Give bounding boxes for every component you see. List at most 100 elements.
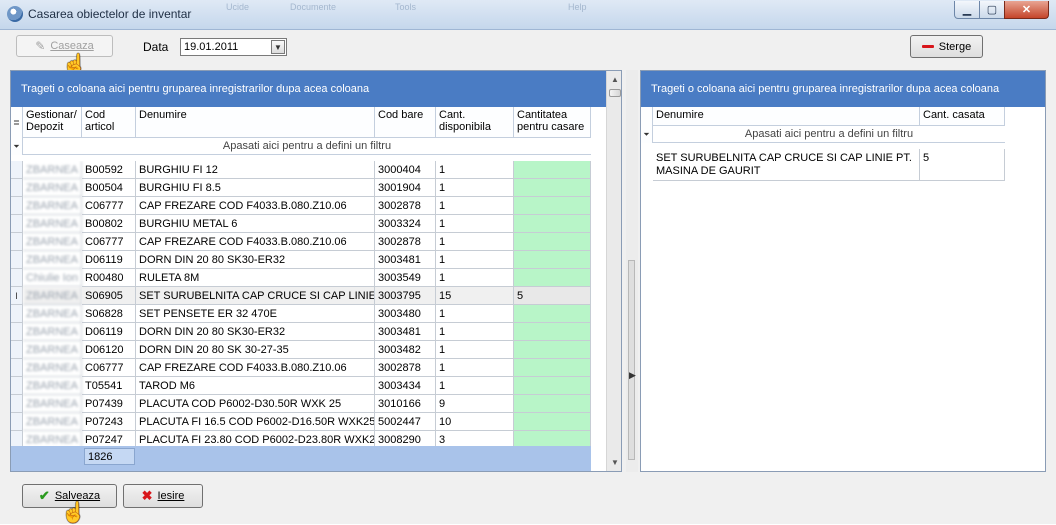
cell-cantitate-casare[interactable]	[514, 395, 591, 413]
table-row[interactable]: ZBARNEA P07439 PLACUTA COD P6002-D30.50R W…	[11, 395, 591, 413]
close-button[interactable]: ✕	[1004, 1, 1049, 19]
cell-cantitate-casare[interactable]	[514, 269, 591, 287]
column-header-denumire[interactable]: Denumire	[136, 107, 375, 138]
column-header-cantitate-casare[interactable]: Cantitatea pentru casare	[514, 107, 591, 138]
cell-cantitate-casare[interactable]	[514, 341, 591, 359]
splitter-grip[interactable]	[628, 260, 635, 460]
row-indicator[interactable]	[11, 377, 23, 395]
cell-cod-bare: 3003324	[375, 215, 436, 233]
cell-denumire: PLACUTA COD P6002-D30.50R WXK 25	[136, 395, 375, 413]
row-indicator[interactable]	[11, 413, 23, 431]
table-row[interactable]: ZBARNEA B00802 BURGHIU METAL 6 3003324 1	[11, 215, 591, 233]
column-chooser-icon[interactable]: ≣	[11, 107, 23, 138]
group-by-hint: Trageti o coloana aici pentru gruparea i…	[651, 83, 1000, 95]
cell-cantitate-casare[interactable]	[514, 161, 591, 179]
left-grid-scrollbar[interactable]: ▲ ▼	[606, 71, 621, 471]
chevron-right-icon[interactable]: ▶	[629, 370, 636, 381]
scroll-up-icon[interactable]: ▲	[607, 71, 621, 88]
table-row[interactable]: ZBARNEA D06120 DORN DIN 20 80 SK 30-27-35 3…	[11, 341, 591, 359]
row-indicator[interactable]	[11, 233, 23, 251]
panel-splitter[interactable]: ▶	[626, 70, 638, 472]
sterge-button[interactable]: Sterge	[910, 35, 983, 58]
column-header-gestionar[interactable]: Gestionar/ Depozit	[23, 107, 82, 138]
table-row[interactable]: ZBARNEA B00592 BURGHIU FI 12 3000404 1	[11, 161, 591, 179]
cell-cantitate-casare[interactable]	[514, 377, 591, 395]
table-row[interactable]: SET SURUBELNITA CAP CRUCE SI CAP LINIE P…	[641, 149, 1005, 181]
cell-cod-articol: R00480	[82, 269, 136, 287]
cell-cod-bare: 3003482	[375, 341, 436, 359]
broom-icon: ✎	[35, 39, 46, 53]
row-indicator[interactable]	[11, 395, 23, 413]
app-icon	[7, 6, 23, 22]
cell-cod-bare: 3003549	[375, 269, 436, 287]
cell-denumire: CAP FREZARE COD F4033.B.080.Z10.06	[136, 233, 375, 251]
group-by-area[interactable]: Trageti o coloana aici pentru gruparea i…	[641, 71, 1045, 107]
cell-cantitate-casare[interactable]	[514, 323, 591, 341]
cell-cantitate-casare[interactable]	[514, 359, 591, 377]
table-row[interactable]: Chiulie Ion R00480 RULETA 8M 3003549 1	[11, 269, 591, 287]
row-indicator[interactable]	[11, 359, 23, 377]
filter-row[interactable]: Apasati aici pentru a defini un filtru	[653, 126, 1005, 143]
row-indicator[interactable]	[11, 197, 23, 215]
group-by-hint: Trageti o coloana aici pentru gruparea i…	[21, 83, 370, 95]
date-value: 19.01.2011	[184, 41, 239, 53]
row-indicator[interactable]	[11, 161, 23, 179]
table-row[interactable]: ZBARNEA C06777 CAP FREZARE COD F4033.B.080…	[11, 233, 591, 251]
cell-gestionar: ZBARNEA	[23, 377, 82, 395]
cell-cant-casata[interactable]: 5	[920, 149, 1005, 181]
cell-cantitate-casare[interactable]	[514, 413, 591, 431]
minus-icon	[921, 45, 934, 48]
cell-cantitate-casare[interactable]	[514, 431, 591, 446]
column-header-cod-bare[interactable]: Cod bare	[375, 107, 436, 138]
column-chooser-icon[interactable]	[641, 107, 653, 126]
row-indicator[interactable]	[11, 341, 23, 359]
table-row[interactable]: ZBARNEA T05541 TAROD M6 3003434 1	[11, 377, 591, 395]
cell-denumire: BURGHIU FI 8.5	[136, 179, 375, 197]
row-indicator[interactable]	[11, 431, 23, 446]
cell-denumire: PLACUTA FI 23.80 COD P6002-D23.80R WXK25	[136, 431, 375, 446]
minimize-button[interactable]: ▁	[954, 1, 980, 19]
cell-cod-bare: 3002878	[375, 359, 436, 377]
cell-denumire: TAROD M6	[136, 377, 375, 395]
table-row[interactable]: ZBARNEA C06777 CAP FREZARE COD F4033.B.080…	[11, 197, 591, 215]
row-indicator[interactable]	[11, 269, 23, 287]
chevron-down-icon[interactable]: ▼	[271, 40, 285, 54]
table-row[interactable]: ZBARNEA P07247 PLACUTA FI 23.80 COD P6002-…	[11, 431, 591, 446]
date-picker[interactable]: 19.01.2011 ▼	[180, 38, 287, 56]
cell-cantitate-casare[interactable]: 5	[514, 287, 591, 305]
table-row[interactable]: ZBARNEA D06119 DORN DIN 20 80 SK30-ER32 300…	[11, 323, 591, 341]
scroll-down-icon[interactable]: ▼	[607, 454, 621, 471]
cell-cantitate-casare[interactable]	[514, 197, 591, 215]
filter-row[interactable]: Apasati aici pentru a defini un filtru	[23, 138, 591, 155]
cell-cantitate-casare[interactable]	[514, 179, 591, 197]
column-header-cant-casata[interactable]: Cant. casata	[920, 107, 1005, 126]
group-by-area[interactable]: Trageti o coloana aici pentru gruparea i…	[11, 71, 621, 107]
row-indicator[interactable]	[11, 179, 23, 197]
row-indicator[interactable]	[11, 215, 23, 233]
row-indicator[interactable]	[11, 323, 23, 341]
table-row[interactable]: I ZBARNEA S06905 SET SURUBELNITA CAP CRUCE …	[11, 287, 591, 305]
row-indicator[interactable]: I	[11, 287, 23, 305]
table-row[interactable]: ZBARNEA B00504 BURGHIU FI 8.5 3001904 1	[11, 179, 591, 197]
iesire-button[interactable]: ✖ Iesire	[123, 484, 203, 508]
table-row[interactable]: ZBARNEA D06119 DORN DIN 20 80 SK30-ER32 300…	[11, 251, 591, 269]
cell-cantitate-casare[interactable]	[514, 305, 591, 323]
scroll-thumb[interactable]	[609, 89, 621, 97]
casare-grid: Trageti o coloana aici pentru gruparea i…	[640, 70, 1046, 472]
cell-cantitate-casare[interactable]	[514, 233, 591, 251]
cell-denumire: BURGHIU METAL 6	[136, 215, 375, 233]
column-header-denumire[interactable]: Denumire	[653, 107, 920, 126]
table-row[interactable]: ZBARNEA S06828 SET PENSETE ER 32 470E 30034…	[11, 305, 591, 323]
column-header-cod-articol[interactable]: Cod articol	[82, 107, 136, 138]
row-indicator[interactable]	[11, 251, 23, 269]
filter-icon: ⏷	[641, 126, 653, 143]
column-header-cant-disponibila[interactable]: Cant. disponibila	[436, 107, 514, 138]
maximize-button[interactable]: ▢	[979, 1, 1005, 19]
table-row[interactable]: ZBARNEA P07243 PLACUTA FI 16.5 COD P6002-D…	[11, 413, 591, 431]
cell-cantitate-casare[interactable]	[514, 251, 591, 269]
cell-cantitate-casare[interactable]	[514, 215, 591, 233]
row-indicator[interactable]	[11, 305, 23, 323]
minimize-icon: ▁	[962, 4, 972, 16]
cell-denumire[interactable]: SET SURUBELNITA CAP CRUCE SI CAP LINIE P…	[653, 149, 920, 181]
table-row[interactable]: ZBARNEA C06777 CAP FREZARE COD F4033.B.080…	[11, 359, 591, 377]
